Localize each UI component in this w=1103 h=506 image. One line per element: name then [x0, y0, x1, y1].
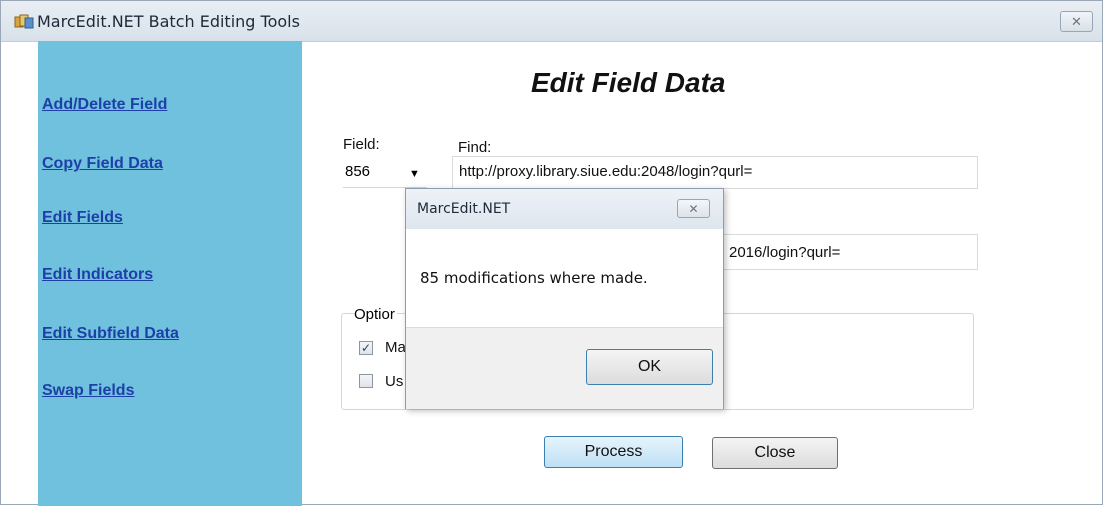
sidebar-item-edit-subfield-data[interactable]: Edit Subfield Data: [42, 325, 179, 343]
window-close-button[interactable]: ✕: [1060, 11, 1093, 32]
close-button-label: Close: [754, 444, 796, 461]
option2-checkbox[interactable]: [359, 374, 373, 388]
close-icon: ✕: [688, 201, 699, 216]
field-label: Field:: [343, 136, 380, 153]
replace-input[interactable]: 2016/login?qurl=: [722, 234, 978, 270]
dialog-close-button[interactable]: ✕: [677, 199, 710, 218]
sidebar: Add/Delete Field Copy Field Data Edit Fi…: [38, 41, 302, 506]
ok-button[interactable]: OK: [586, 349, 713, 385]
find-label: Find:: [458, 139, 492, 156]
app-icon: [14, 14, 34, 29]
field-dropdown[interactable]: 856 ▼: [343, 156, 427, 188]
dialog-title-bar: MarcEdit.NET ✕: [406, 189, 723, 229]
option1-label: Ma: [385, 339, 406, 356]
window-title: MarcEdit.NET Batch Editing Tools: [37, 12, 300, 31]
message-dialog: MarcEdit.NET ✕ 85 modifications where ma…: [405, 188, 724, 409]
close-button[interactable]: Close: [712, 437, 838, 469]
process-button-label: Process: [584, 443, 643, 460]
dialog-message: 85 modifications where made.: [420, 269, 648, 287]
field-dropdown-value: 856: [345, 163, 371, 180]
process-button[interactable]: Process: [544, 436, 683, 468]
batch-editing-window: MarcEdit.NET Batch Editing Tools ✕ Add/D…: [0, 0, 1103, 506]
sidebar-item-add-delete-field[interactable]: Add/Delete Field: [42, 96, 167, 114]
sidebar-item-copy-field-data[interactable]: Copy Field Data: [42, 155, 163, 173]
title-bar: MarcEdit.NET Batch Editing Tools ✕: [1, 1, 1102, 42]
close-icon: ✕: [1071, 13, 1082, 29]
option2-label: Us: [385, 373, 404, 390]
options-label: Optior: [354, 306, 397, 323]
chevron-down-icon: ▼: [409, 168, 420, 180]
option1-checkbox[interactable]: ✓: [359, 341, 373, 355]
ok-button-label: OK: [637, 358, 662, 375]
sidebar-item-edit-indicators[interactable]: Edit Indicators: [42, 266, 153, 284]
sidebar-item-edit-fields[interactable]: Edit Fields: [42, 209, 123, 227]
find-input[interactable]: http://proxy.library.siue.edu:2048/login…: [452, 156, 978, 189]
page-title: Edit Field Data: [531, 67, 726, 98]
dialog-title: MarcEdit.NET: [417, 201, 511, 217]
sidebar-item-swap-fields[interactable]: Swap Fields: [42, 382, 134, 400]
